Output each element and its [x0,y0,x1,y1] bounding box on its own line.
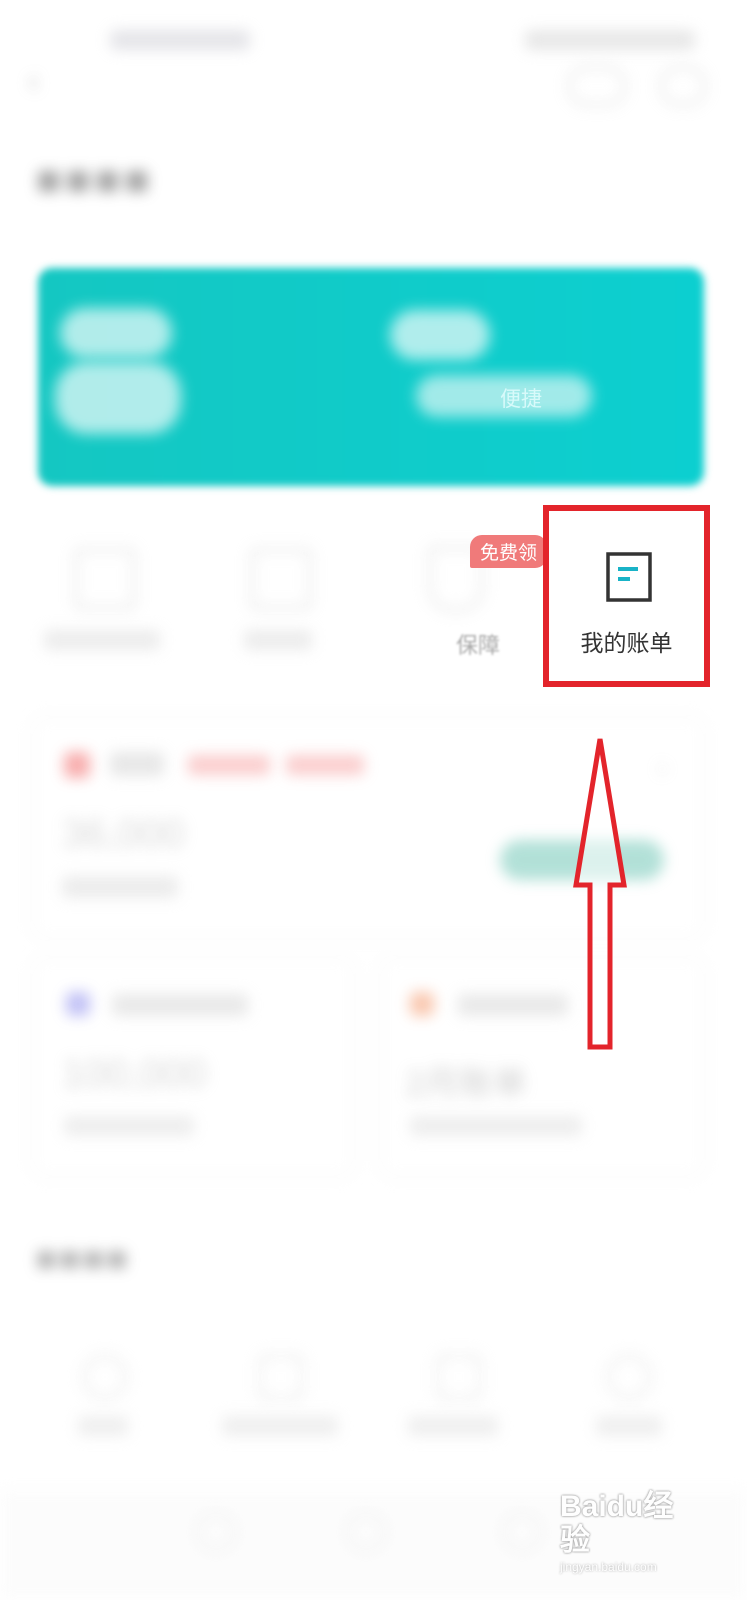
balance-label [60,308,172,358]
loan-tag [188,755,270,775]
service-label-1 [44,630,160,650]
card-link-text: 便捷 [500,388,542,411]
card-right-label [390,310,490,360]
bill-card-subtitle [410,1116,582,1136]
credit-icon [66,992,90,1016]
status-bar-right [525,30,695,50]
status-bar-left [110,30,250,50]
tab-icon[interactable] [502,1512,542,1552]
service-icon-2[interactable] [250,548,312,610]
chevron-right-icon[interactable]: › [658,752,667,783]
insurance-label: 保障 [456,633,501,658]
more-service-icon[interactable] [82,1354,128,1400]
loan-tag [286,755,364,775]
bill-icon[interactable] [606,552,652,602]
back-icon[interactable]: ‹ [28,64,58,98]
baidu-watermark: Baidu经验 jingyan.baidu.com [560,1490,700,1574]
service-label-2 [244,630,312,650]
bill-card-icon [410,992,434,1016]
more-service-label [596,1416,662,1436]
loan-icon [64,752,90,778]
loan-name [110,752,164,776]
loan-subtitle [62,876,178,898]
loan-amount: 36,000 [62,812,185,856]
service-icon-1[interactable] [74,548,136,610]
balance-value [55,362,181,434]
free-badge: 免费领 [470,535,548,568]
credit-subtitle [64,1116,194,1136]
more-service-label [408,1416,498,1436]
more-service-label [78,1416,128,1436]
page-title: ■■■■ [36,156,154,203]
more-service-icon[interactable] [258,1354,304,1400]
more-service-label [222,1416,338,1436]
annotation-arrow [573,738,627,1050]
more-services-title: ■■■■ [36,1240,131,1278]
my-bill-label[interactable]: 我的账单 [543,624,710,658]
tab-icon[interactable] [346,1512,386,1552]
more-service-icon[interactable] [606,1354,652,1400]
bill-card-value: 2月账单 [406,1065,527,1103]
more-service-icon[interactable] [436,1354,482,1400]
tab-icon[interactable] [196,1512,236,1552]
close-button[interactable] [660,66,706,106]
bill-card-name [458,994,568,1016]
credit-name [112,994,248,1016]
watermark-sub: jingyan.baidu.com [560,1560,657,1574]
watermark-text: Baidu经验 [560,1490,674,1557]
credit-amount: 100,000 [62,1052,207,1096]
more-options-button[interactable] [568,66,626,106]
